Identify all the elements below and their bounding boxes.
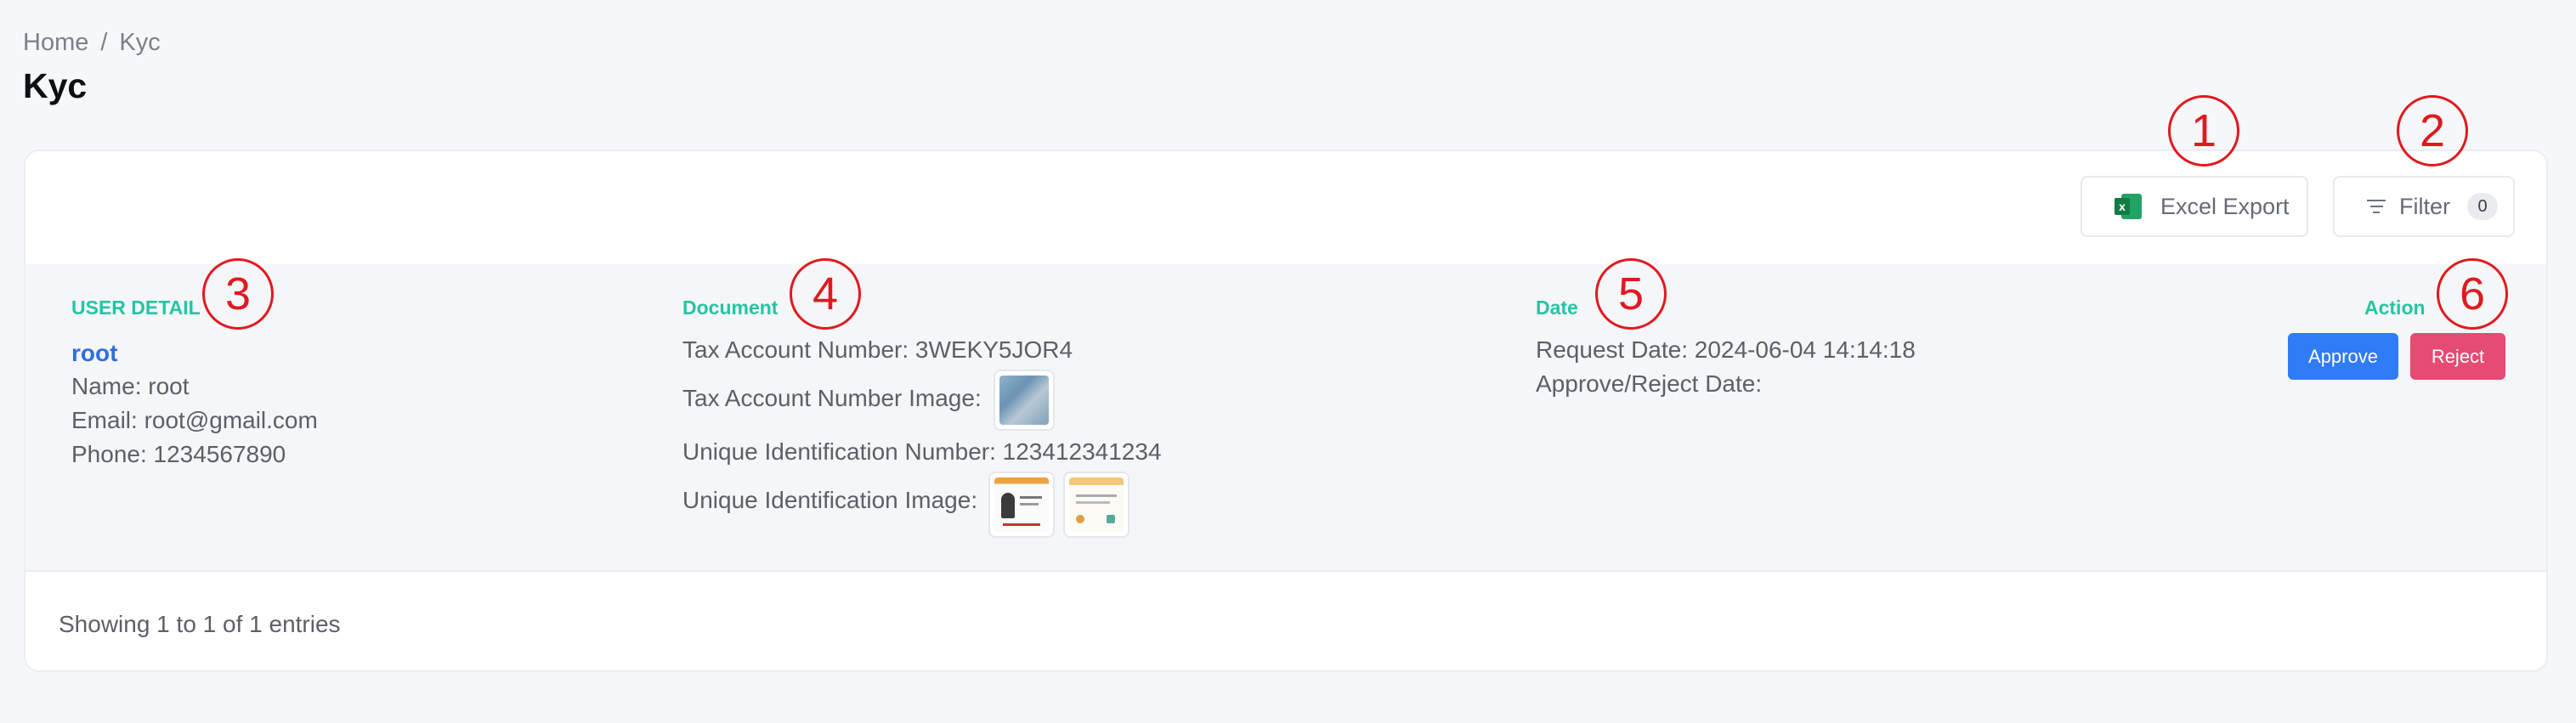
id-card-image — [999, 376, 1049, 425]
approve-button[interactable]: Approve — [2288, 333, 2398, 380]
breadcrumb-home-link[interactable]: Home — [23, 29, 88, 56]
user-link[interactable]: root — [71, 340, 117, 367]
column-header-user-detail: USER DETAIL — [71, 297, 201, 319]
filter-label: Filter — [2399, 193, 2450, 219]
breadcrumb-separator: / — [100, 29, 108, 56]
excel-export-button[interactable]: x Excel Export — [2081, 176, 2308, 237]
user-phone: Phone: 1234567890 — [71, 441, 286, 467]
page-title: Kyc — [23, 66, 88, 105]
column-header-document: Document — [682, 297, 778, 319]
column-header-date: Date — [1536, 297, 1578, 319]
id-card-back-image — [1069, 477, 1124, 532]
filter-icon — [2367, 200, 2386, 213]
breadcrumb: Home / Kyc — [23, 29, 161, 57]
filter-count-badge: 0 — [2467, 193, 2498, 220]
unique-id-image-back-thumbnail[interactable] — [1063, 472, 1129, 538]
tax-account-number-image-label: Tax Account Number Image: — [682, 385, 982, 411]
callout-1: 1 — [2168, 95, 2239, 167]
callout-3: 3 — [202, 258, 274, 330]
breadcrumb-current: Kyc — [119, 29, 161, 56]
user-email: Email: root@gmail.com — [71, 407, 318, 433]
unique-identification-image-label: Unique Identification Image: — [682, 487, 978, 513]
id-card-front-image — [994, 477, 1049, 532]
excel-export-label: Excel Export — [2160, 193, 2290, 219]
callout-6: 6 — [2437, 258, 2508, 330]
column-header-action: Action — [2364, 297, 2426, 319]
callout-5: 5 — [1595, 258, 1667, 330]
row-divider — [25, 570, 2546, 572]
tax-account-number: Tax Account Number: 3WEKY5JOR4 — [682, 336, 1073, 363]
callout-2: 2 — [2397, 95, 2468, 167]
tax-account-image-thumbnail[interactable] — [994, 370, 1055, 431]
user-name: Name: root — [71, 373, 190, 399]
request-date: Request Date: 2024-06-04 14:14:18 — [1536, 336, 1916, 363]
table-row — [25, 264, 2546, 572]
approve-reject-date: Approve/Reject Date: — [1536, 370, 1763, 397]
callout-4: 4 — [790, 258, 861, 330]
unique-identification-number: Unique Identification Number: 1234123412… — [682, 438, 1162, 465]
excel-icon: x — [2115, 194, 2142, 219]
reject-button[interactable]: Reject — [2410, 333, 2505, 380]
unique-id-image-front-thumbnail[interactable] — [988, 472, 1055, 538]
entries-info: Showing 1 to 1 of 1 entries — [59, 611, 341, 637]
filter-button[interactable]: Filter 0 — [2333, 176, 2515, 237]
